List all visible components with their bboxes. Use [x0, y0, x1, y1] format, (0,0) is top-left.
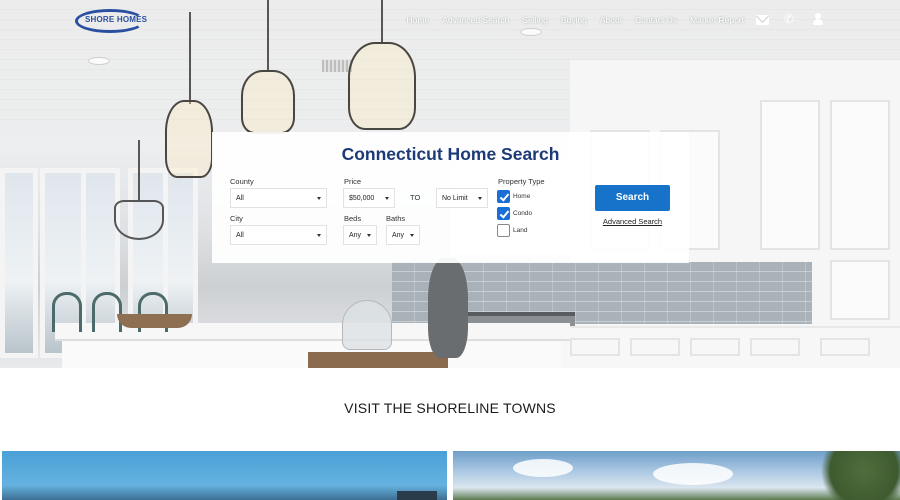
ceiling-light [88, 57, 110, 65]
fruit-bowl [117, 314, 192, 328]
nav-market-report[interactable]: Market Report [690, 15, 744, 25]
house-roof [397, 491, 437, 500]
phone-icon[interactable]: ✆ [784, 12, 798, 26]
cloud [513, 459, 573, 477]
nav-buying[interactable]: Buying [561, 15, 587, 25]
baths-label: Baths [386, 214, 406, 223]
chandelier [114, 200, 164, 240]
logo-text: SHORE HOMES [85, 15, 148, 24]
chevron-down-icon [317, 234, 321, 237]
nav-contact-us[interactable]: Contact Us [635, 15, 677, 25]
condo-checkbox[interactable] [497, 207, 510, 220]
property-type-condo[interactable]: Condo [497, 207, 532, 220]
city-label: City [230, 214, 243, 223]
dining-chair [52, 292, 82, 332]
county-label: County [230, 177, 254, 186]
price-min-select[interactable]: $50,000 [343, 188, 395, 208]
town-card[interactable] [2, 451, 447, 500]
beds-value: Any [349, 232, 362, 239]
search-title: Connecticut Home Search [341, 144, 560, 164]
baths-select[interactable]: Any [386, 225, 420, 245]
chevron-down-icon [410, 234, 414, 237]
price-max-select[interactable]: No Limit [436, 188, 488, 208]
price-label: Price [344, 177, 362, 186]
city-select[interactable]: All [230, 225, 327, 245]
city-value: All [236, 232, 244, 239]
pendant-light [348, 42, 416, 130]
cake-stand [342, 300, 392, 350]
nav-advanced-search[interactable]: Advanced Search [442, 15, 509, 25]
user-icon[interactable] [812, 12, 826, 26]
main-menu: Home Advanced Search Selling Buying Abou… [394, 15, 744, 25]
pendant-light [241, 70, 295, 134]
search-button[interactable]: Search [595, 185, 670, 211]
home-search-panel: Connecticut Home Search County All City … [212, 132, 689, 263]
property-type-label: Property Type [498, 177, 545, 186]
wood-tray [308, 352, 448, 368]
base-cabinets [560, 326, 900, 368]
mail-icon[interactable] [756, 12, 770, 26]
property-type-land[interactable]: Land [497, 224, 527, 237]
beds-label: Beds [344, 214, 362, 223]
cloud [653, 463, 733, 485]
county-value: All [236, 195, 244, 202]
home-label: Home [513, 193, 531, 200]
price-min-value: $50,000 [349, 195, 375, 202]
town-card[interactable] [453, 451, 900, 500]
chevron-down-icon [385, 197, 389, 200]
land-checkbox[interactable] [497, 224, 510, 237]
advanced-search-link[interactable]: Advanced Search [595, 217, 670, 226]
condo-label: Condo [513, 210, 533, 217]
rabbit-sculpture [428, 258, 468, 358]
county-select[interactable]: All [230, 188, 327, 208]
nav-about[interactable]: About [600, 15, 622, 25]
chevron-down-icon [367, 234, 371, 237]
land-label: Land [513, 227, 528, 234]
dining-chair [92, 292, 122, 332]
price-max-value: No Limit [442, 195, 468, 202]
nav-selling[interactable]: Selling [522, 15, 548, 25]
pendant-light [165, 100, 213, 178]
section-title: VISIT THE SHORELINE TOWNS [344, 400, 556, 416]
baths-value: Any [392, 232, 405, 239]
nav-icons: ✆ [756, 12, 826, 26]
chevron-down-icon [317, 197, 321, 200]
price-to-label: TO [410, 193, 421, 202]
window [0, 168, 38, 358]
nav-home[interactable]: Home [407, 15, 430, 25]
site-logo[interactable]: SHORE HOMES [75, 9, 147, 33]
property-type-home[interactable]: Home [497, 190, 530, 203]
chevron-down-icon [478, 197, 482, 200]
top-navigation: SHORE HOMES Home Advanced Search Selling… [0, 0, 900, 40]
beds-select[interactable]: Any [343, 225, 377, 245]
home-checkbox[interactable] [497, 190, 510, 203]
tree [810, 451, 900, 500]
